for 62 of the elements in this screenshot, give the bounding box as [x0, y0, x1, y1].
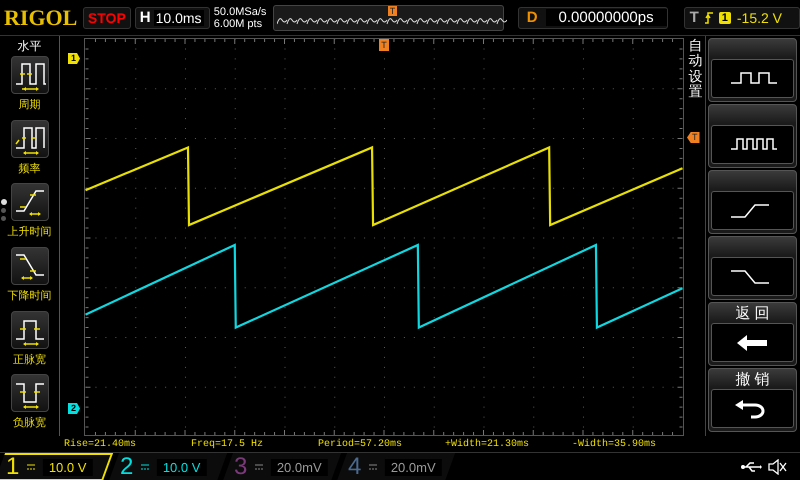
- channel-scale: 10.0 V: [43, 458, 93, 476]
- softkey[interactable]: 撤 销: [708, 368, 797, 432]
- delay-box[interactable]: D 0.00000000ps: [518, 6, 668, 28]
- run-stop-status[interactable]: STOP: [82, 6, 131, 28]
- measurement-reading: Freq=17.5 Hz: [191, 438, 264, 450]
- measure-label: 频率: [18, 162, 40, 176]
- trigger-box[interactable]: T 1 -15.2 V: [684, 6, 800, 28]
- sample-rate: 50.0MSa/s: [214, 6, 268, 18]
- measure-label: 负脉宽: [13, 416, 46, 430]
- delay-label: D: [526, 9, 539, 26]
- channel-tab[interactable]: 1 10.0 V: [0, 453, 114, 480]
- horizontal-label: H: [140, 9, 151, 26]
- dc-coupling-icon: [27, 464, 36, 470]
- channel-tab[interactable]: 4 20.0mV: [336, 453, 456, 480]
- memory-depth: 6.00M pts: [214, 18, 264, 30]
- dc-coupling-icon: [255, 464, 264, 470]
- channel-scale: 20.0mV: [385, 458, 442, 476]
- measure-button[interactable]: [10, 183, 48, 222]
- delay-value: 0.00000000ps: [546, 9, 667, 26]
- trigger-source: 1: [718, 12, 731, 24]
- measure-button[interactable]: [10, 247, 48, 286]
- rising-edge-icon: [704, 12, 713, 24]
- channel-number: 4: [348, 453, 362, 480]
- measurement-reading: Period=57.20ms: [318, 438, 404, 450]
- trigger-position-marker[interactable]: T: [379, 39, 389, 51]
- measure-button[interactable]: [10, 310, 48, 349]
- channel-marker[interactable]: 1: [68, 53, 80, 64]
- measure-button[interactable]: [10, 56, 48, 94]
- channel-scale: 10.0 V: [157, 458, 207, 476]
- channel-marker[interactable]: 2: [68, 403, 80, 414]
- channel-tab[interactable]: 3 20.0mV: [222, 453, 342, 480]
- softkey[interactable]: 返 回: [708, 302, 797, 366]
- dc-coupling-icon: [141, 464, 150, 470]
- usb-icon: [740, 461, 762, 473]
- channel-scale: 20.0mV: [271, 458, 328, 476]
- softkey[interactable]: [708, 104, 797, 168]
- softkey-title: 撤 销: [735, 370, 770, 388]
- channel-number: 3: [234, 453, 248, 480]
- measure-label: 上升时间: [8, 225, 52, 240]
- measurement-reading: Rise=21.40ms: [64, 438, 138, 450]
- measurement-reading: +Width=21.30ms: [445, 438, 530, 450]
- brand-logo: RIGOL: [4, 4, 78, 30]
- trigger-label: T: [690, 9, 699, 26]
- measurement-reading: -Width=35.90ms: [572, 438, 658, 450]
- menu-title: 自动设置: [688, 38, 702, 100]
- measure-label: 周期: [18, 98, 40, 112]
- channel-number: 1: [6, 453, 20, 480]
- trigger-level: -15.2 V: [736, 10, 782, 26]
- measure-button[interactable]: [10, 120, 48, 158]
- timebase-value: 10.0ms: [154, 10, 204, 26]
- menu-title: 水平: [18, 38, 42, 54]
- channel-number: 2: [120, 453, 134, 480]
- dc-coupling-icon: [369, 464, 378, 470]
- channel-tab[interactable]: 2 10.0 V: [108, 453, 228, 480]
- trigger-position-marker: T: [388, 6, 397, 16]
- trigger-level-marker[interactable]: T: [687, 132, 700, 143]
- speaker-muted-icon: [768, 459, 788, 475]
- softkey-title: 返 回: [735, 304, 770, 322]
- measure-label: 下降时间: [8, 289, 52, 304]
- measure-button[interactable]: [10, 374, 48, 412]
- measure-label: 正脉宽: [13, 352, 46, 367]
- horizontal-scale-box[interactable]: H 10.0ms: [134, 6, 210, 28]
